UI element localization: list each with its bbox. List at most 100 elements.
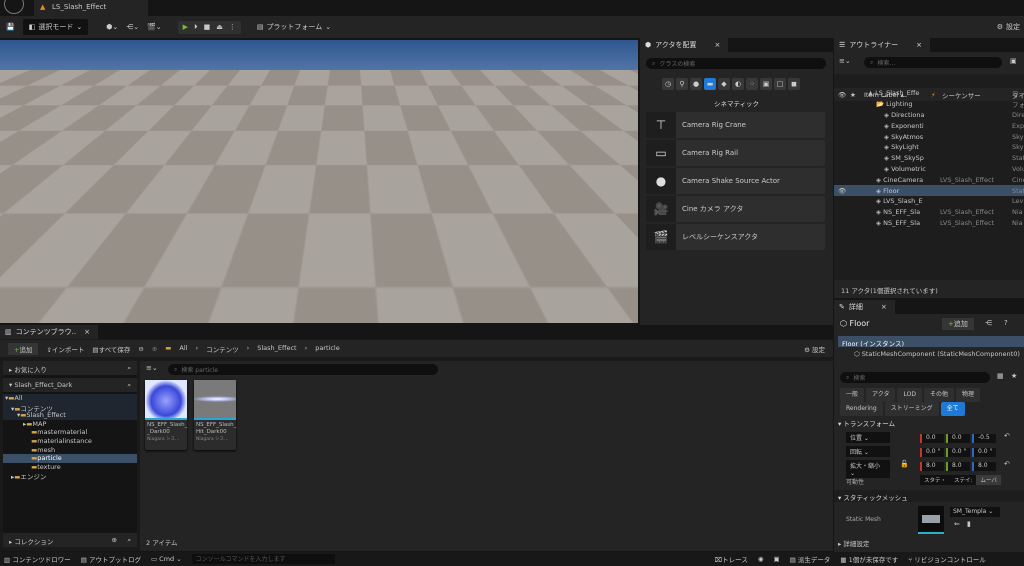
- help-icon[interactable]: ?: [1004, 319, 1008, 327]
- recent-icon[interactable]: ◷: [662, 78, 674, 90]
- settings-button[interactable]: ⚙ 設定: [804, 344, 825, 354]
- folder-tree-item[interactable]: ▾▬コンテンツ: [3, 402, 137, 413]
- cmd-select[interactable]: ▭ Cmd ⌄: [151, 555, 182, 563]
- scale-dropdown[interactable]: 拡大・縮小 ⌄: [846, 460, 890, 478]
- favorites-section[interactable]: ▸ お気に入り ⌕: [3, 361, 137, 375]
- location-dropdown[interactable]: 位置 ⌄: [846, 432, 890, 443]
- actor-class-item[interactable]: ● Camera Shake Source Actor: [646, 168, 825, 194]
- import-button[interactable]: ⇪インポート: [46, 344, 84, 354]
- add-component-button[interactable]: +追加: [942, 318, 974, 330]
- folder-tree-item[interactable]: ▸▬エンジン: [3, 471, 137, 481]
- component-static-mesh[interactable]: ⬡ StaticMeshComponent (StaticMeshCompone…: [854, 350, 1020, 358]
- place-actors-tab[interactable]: ⬢ アクタを配置 ×: [640, 38, 729, 52]
- more-icon[interactable]: ⋮: [229, 23, 236, 32]
- unreal-logo[interactable]: [4, 0, 24, 14]
- class-search-input[interactable]: ⌕ クラスの検索: [646, 58, 826, 69]
- details-tab[interactable]: ✎ 詳細 ×: [834, 300, 895, 314]
- scale-x-input[interactable]: 8.0: [920, 462, 944, 471]
- actor-class-item[interactable]: ⊤ Camera Rig Crane: [646, 112, 825, 138]
- scale-y-input[interactable]: 8.0: [946, 462, 970, 471]
- unsaved-button[interactable]: ▦ 1個が未保存です: [840, 554, 898, 564]
- rotation-x-input[interactable]: 0.0 °: [920, 448, 944, 457]
- breadcrumb-item[interactable]: Slash_Effect: [257, 344, 296, 354]
- advanced-section[interactable]: ▸ 詳細設定: [838, 538, 869, 548]
- property-matrix-icon[interactable]: ▦: [997, 372, 1004, 380]
- derived-data-button[interactable]: ▤ 派生データ: [790, 554, 831, 564]
- favorite-icon[interactable]: ★: [1011, 372, 1017, 380]
- trace-button[interactable]: ⌧トレース: [715, 554, 748, 564]
- lights-icon[interactable]: ●: [690, 78, 702, 90]
- outliner-search-input[interactable]: ⌕ 検索...: [864, 57, 1002, 68]
- static-mesh-thumbnail[interactable]: [918, 506, 944, 534]
- save-all-button[interactable]: ▤すべて保存: [92, 344, 130, 354]
- outliner-row[interactable]: ◈ Directiona Dire: [834, 110, 1024, 121]
- location-z-input[interactable]: -0.5: [972, 434, 996, 443]
- output-log-button[interactable]: ▤ アウトプットログ: [81, 554, 141, 564]
- actor-class-item[interactable]: 🎥 Cine カメラ アクタ: [646, 196, 825, 222]
- transform-section[interactable]: ▾ トランスフォーム: [838, 418, 895, 428]
- mobility-option[interactable]: ムーバ: [976, 475, 1001, 485]
- folder-tree-item[interactable]: ▾▬Slash_Effect: [3, 411, 137, 420]
- outliner-row[interactable]: ◈ LVS_Slash_E Lev: [834, 196, 1024, 207]
- outliner-tab[interactable]: ☰ アウトライナー ×: [834, 38, 931, 52]
- folder-tree-item[interactable]: ▬mastermaterial: [3, 428, 137, 437]
- shapes-icon[interactable]: □: [774, 78, 786, 90]
- settings-button[interactable]: ⚙ 設定: [997, 22, 1020, 32]
- add-collection-icon[interactable]: ⊕: [112, 536, 117, 544]
- filter-button[interactable]: その他: [923, 388, 954, 402]
- blueprint-button[interactable]: ⋲⌄: [126, 23, 139, 31]
- filter-button[interactable]: Rendering: [840, 402, 883, 416]
- outliner-row[interactable]: ◈ SkyLight Sky: [834, 142, 1024, 153]
- platform-button[interactable]: ▤ プラットフォーム ⌄: [257, 22, 331, 32]
- screenshot-icon[interactable]: ▣: [774, 555, 780, 563]
- outliner-row[interactable]: ◈ CineCameraLVS_Slash_EffectCine: [834, 174, 1024, 185]
- play-icon[interactable]: ▶: [183, 23, 188, 32]
- search-icon[interactable]: ⌕: [127, 364, 131, 373]
- lock-icon[interactable]: 🔓: [900, 460, 909, 468]
- rotation-y-input[interactable]: 0.0 °: [946, 448, 970, 457]
- forward-icon[interactable]: ⊕: [152, 345, 157, 353]
- add-actor-button[interactable]: ⬢⌄: [106, 23, 118, 31]
- save-icon[interactable]: 💾: [6, 23, 15, 31]
- component-floor-instance[interactable]: Floor (インスタンス): [838, 336, 1024, 348]
- folder-tree-item[interactable]: ▬particle: [3, 454, 137, 463]
- asset-tile[interactable]: NS_EFF_Slash_ _Dark00 Niagara シス...: [145, 380, 187, 450]
- rotation-dropdown[interactable]: 回転 ⌄: [846, 446, 890, 457]
- asset-search-input[interactable]: ⌕ 検索 particle: [168, 364, 438, 375]
- collections-section[interactable]: ▸ コレクション ⊕ ⌕: [3, 533, 137, 547]
- mode-select[interactable]: ◧ 選択モード ⌄: [22, 19, 89, 35]
- blueprint-icon[interactable]: ⋲: [985, 319, 992, 327]
- rotation-z-input[interactable]: 0.0 °: [972, 448, 996, 457]
- visibility-icon[interactable]: 👁: [838, 187, 846, 195]
- cinematic-icon[interactable]: ▬: [704, 78, 716, 90]
- folder-tree-item[interactable]: ▬mesh: [3, 446, 137, 455]
- reset-icon[interactable]: ↶: [1004, 460, 1010, 468]
- close-icon[interactable]: ×: [916, 41, 922, 49]
- breadcrumb-item[interactable]: コンテンツ: [206, 344, 239, 354]
- outliner-row[interactable]: ◈ Exponenti Exp: [834, 120, 1024, 131]
- location-y-input[interactable]: 0.0: [946, 434, 970, 443]
- content-browser-tab[interactable]: ▥ コンテンツブラウ.. ×: [0, 325, 98, 339]
- folder-tree-item[interactable]: ▾▬All: [3, 394, 137, 403]
- scale-z-input[interactable]: 8.0: [972, 462, 996, 471]
- static-mesh-picker[interactable]: SM_Templa ⌄: [950, 507, 1000, 517]
- filter-button[interactable]: LOD: [897, 388, 922, 402]
- mobility-option[interactable]: スタテ・: [920, 475, 950, 485]
- close-icon[interactable]: ×: [84, 328, 90, 336]
- filter-button[interactable]: 全て: [940, 402, 965, 416]
- outliner-row[interactable]: ◈ Volumetric Volu: [834, 164, 1024, 175]
- volumes-icon[interactable]: ⁘: [746, 78, 758, 90]
- level-viewport[interactable]: [0, 40, 638, 323]
- filter-button[interactable]: ストリーミング: [884, 402, 939, 416]
- record-icon[interactable]: ◉: [758, 555, 764, 563]
- filter-icon[interactable]: ≡⌄: [146, 364, 158, 372]
- add-button[interactable]: +追加: [8, 342, 39, 355]
- revision-control-button[interactable]: ⑂ リビジョンコントロール: [908, 554, 985, 564]
- filter-button[interactable]: 一般: [840, 388, 865, 402]
- basic-icon[interactable]: ⚲: [676, 78, 688, 90]
- eject-icon[interactable]: ⏏: [216, 23, 223, 32]
- back-icon[interactable]: ⊖: [138, 345, 143, 353]
- stop-icon[interactable]: ■: [204, 23, 211, 32]
- details-search-input[interactable]: ⌕ 検索: [840, 372, 990, 383]
- close-icon[interactable]: ×: [715, 41, 721, 49]
